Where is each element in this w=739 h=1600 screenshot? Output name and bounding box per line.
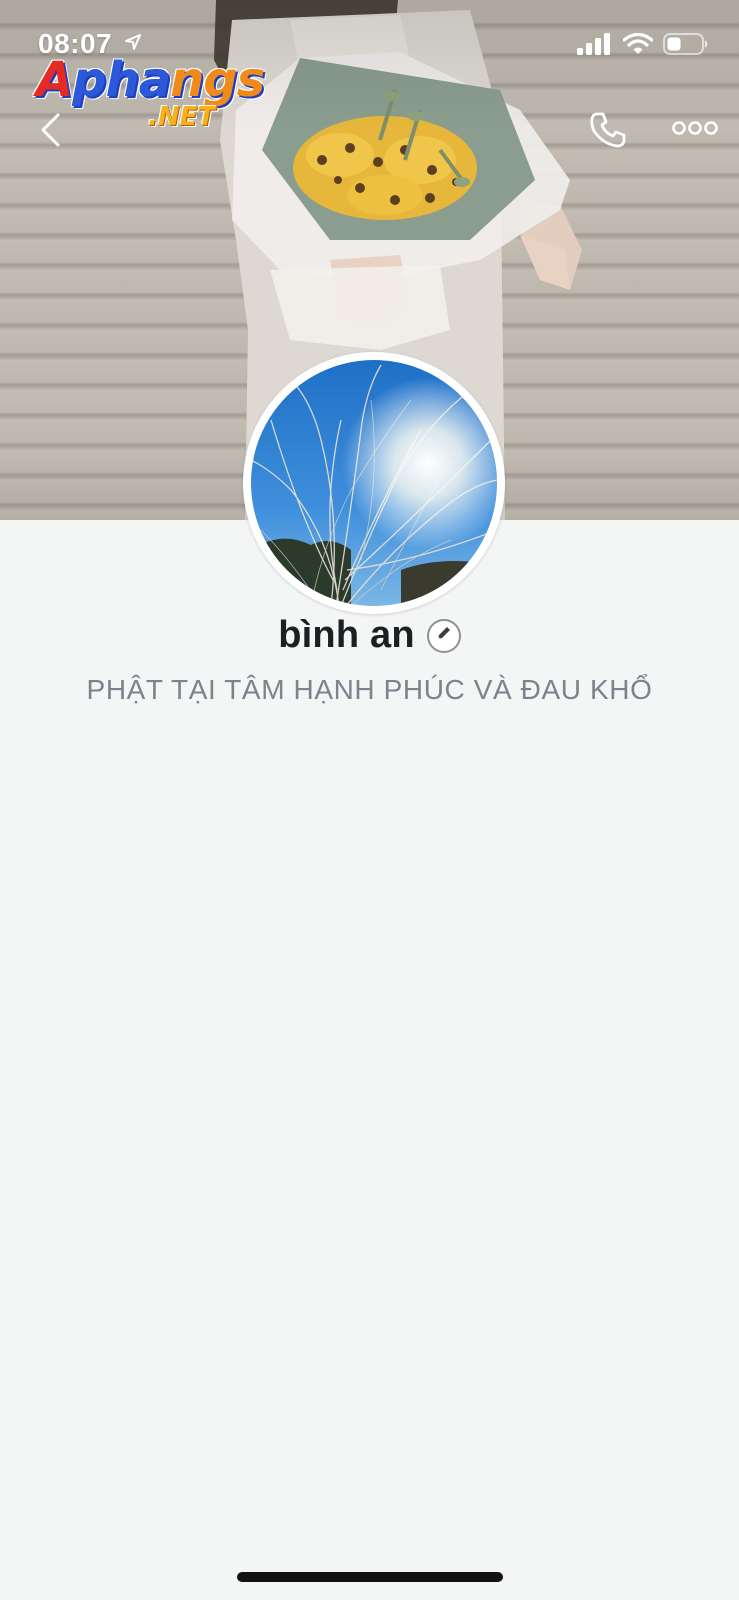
more-button[interactable]	[670, 112, 720, 148]
profile-name-row: bình an	[0, 614, 739, 657]
avatar[interactable]	[243, 352, 505, 614]
status-icons	[577, 32, 709, 60]
watermark-suffix: .NET	[148, 102, 216, 132]
watermark-brand-part2: pha	[72, 52, 171, 108]
chevron-left-icon	[39, 113, 61, 152]
pencil-icon	[435, 624, 453, 647]
watermark-brand-part1: A	[36, 52, 73, 108]
profile-name: bình an	[278, 614, 415, 656]
edit-name-button[interactable]	[426, 618, 461, 653]
call-button[interactable]	[584, 108, 632, 156]
avatar-image	[251, 360, 497, 606]
watermark-brand-part3: ngs	[170, 52, 265, 108]
back-button[interactable]	[30, 110, 70, 154]
home-indicator[interactable]	[237, 1572, 503, 1582]
signal-icon	[577, 33, 613, 60]
more-dots-icon	[672, 120, 718, 141]
phone-icon	[588, 110, 628, 155]
watermark-brand: Aphangs	[36, 56, 265, 104]
battery-icon	[663, 33, 709, 60]
wifi-icon	[622, 32, 654, 60]
profile-bio: PHẬT TẠI TÂM HẠNH PHÚC VÀ ĐAU KHỔ	[86, 674, 653, 705]
